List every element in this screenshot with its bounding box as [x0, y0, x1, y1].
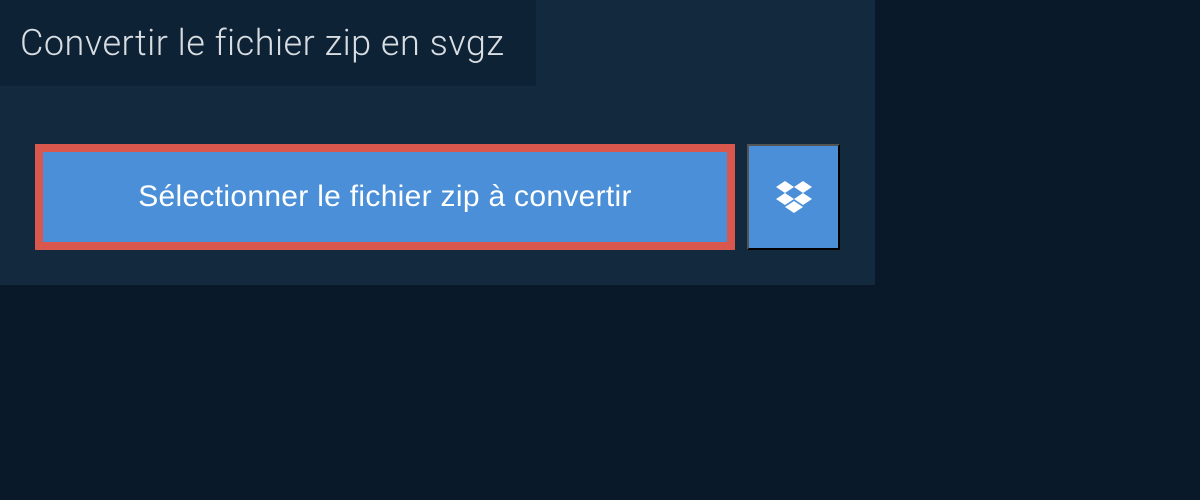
converter-panel: Convertir le fichier zip en svgz Sélecti… [0, 0, 875, 285]
title-bar: Convertir le fichier zip en svgz [0, 0, 536, 86]
dropbox-icon [776, 181, 812, 213]
action-row: Sélectionner le fichier zip à convertir [0, 86, 875, 250]
page-title: Convertir le fichier zip en svgz [20, 22, 504, 64]
dropbox-button[interactable] [747, 144, 840, 250]
select-file-button[interactable]: Sélectionner le fichier zip à convertir [35, 144, 735, 250]
